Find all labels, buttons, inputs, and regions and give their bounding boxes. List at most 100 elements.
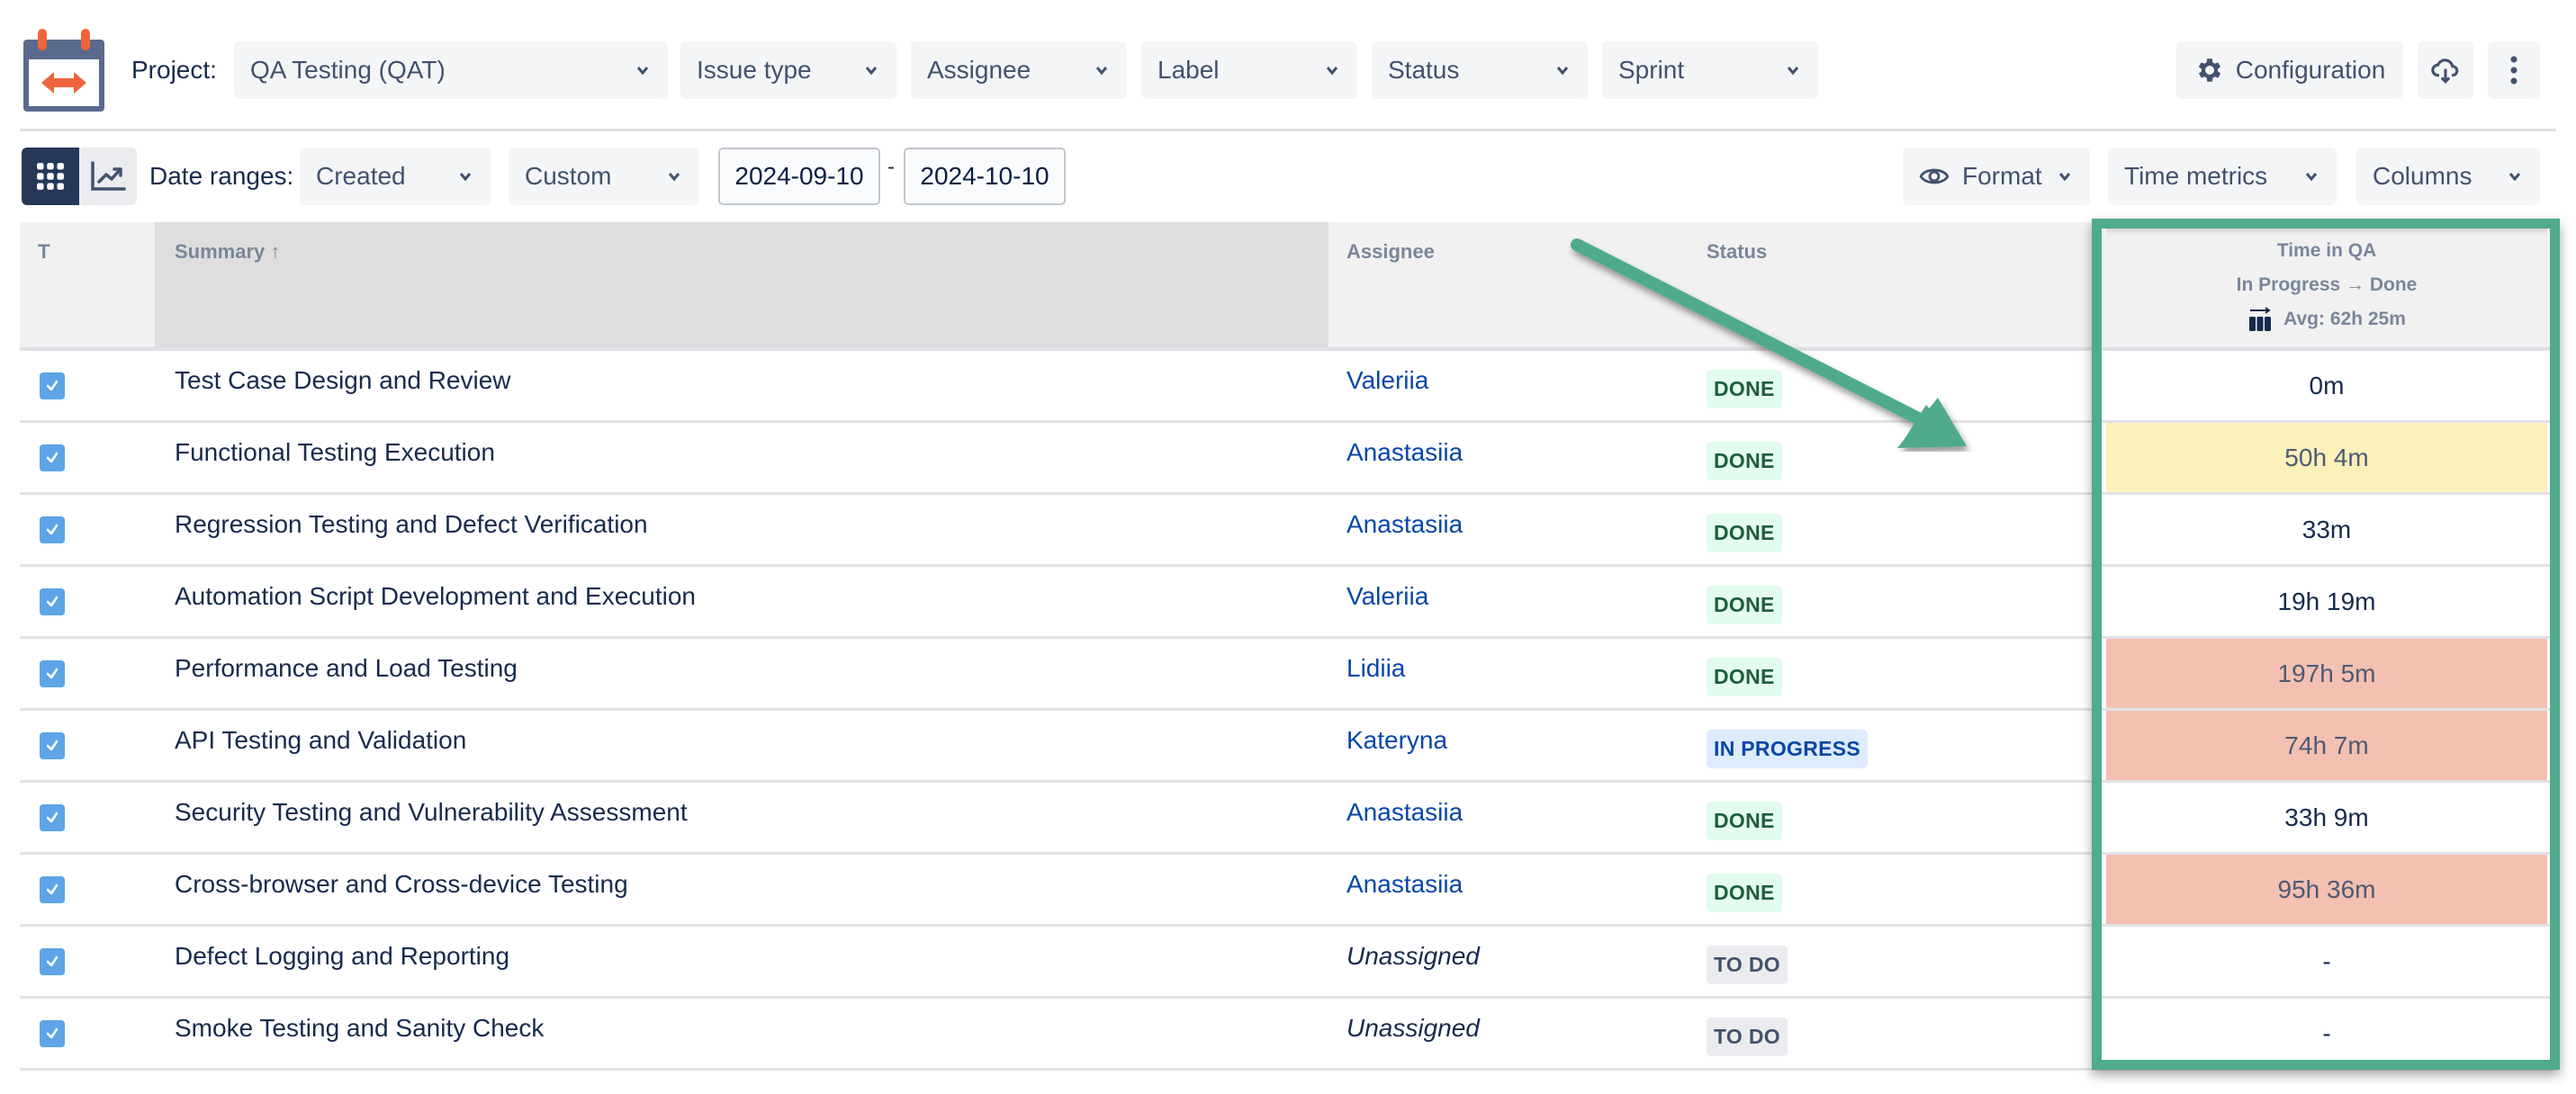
chevron-down-icon <box>459 173 472 182</box>
format-label: Format <box>1962 162 2042 190</box>
columns-dropdown[interactable]: Columns <box>2356 148 2540 205</box>
chevron-down-icon <box>1556 67 1569 76</box>
calendar-arrow-logo-icon <box>23 29 104 112</box>
assignee-link[interactable]: Anastasiia <box>1347 849 1689 919</box>
issue-type-filter[interactable]: Issue type <box>680 41 896 99</box>
assignee-link[interactable]: Lidiia <box>1347 633 1689 703</box>
date-from-input[interactable]: 2024-09-10 <box>718 148 880 205</box>
view-toggle <box>22 148 137 205</box>
summary-link[interactable]: Defect Logging and Reporting <box>175 921 1318 991</box>
chevron-down-icon <box>1787 67 1799 76</box>
date-to-input[interactable]: 2024-10-10 <box>904 148 1066 205</box>
highlight-annotation-box <box>2092 219 2560 1070</box>
task-icon <box>40 444 65 471</box>
status-badge[interactable]: TO DO <box>1707 946 1788 984</box>
status-badge[interactable]: DONE <box>1707 874 1782 912</box>
issue-type-cell <box>40 567 148 636</box>
status-badge[interactable]: DONE <box>1707 586 1782 624</box>
column-header-summary[interactable]: Summary ↑ <box>155 222 1329 349</box>
task-icon <box>40 516 65 543</box>
format-dropdown[interactable]: Format <box>1903 148 2090 205</box>
range-type-select[interactable]: Custom <box>509 148 699 205</box>
chevron-down-icon <box>668 173 680 182</box>
status-cell: DONE <box>1707 783 2067 852</box>
summary-link[interactable]: Regression Testing and Defect Verificati… <box>175 489 1318 559</box>
status-cell: IN PROGRESS <box>1707 711 2067 780</box>
summary-link[interactable]: Test Case Design and Review <box>175 345 1318 415</box>
summary-link[interactable]: Automation Script Development and Execut… <box>175 561 1318 631</box>
chevron-down-icon <box>2508 173 2521 182</box>
status-badge[interactable]: DONE <box>1707 802 1782 840</box>
task-icon <box>40 372 65 399</box>
eye-icon <box>1919 168 1950 184</box>
issue-type-cell <box>40 639 148 708</box>
project-select-value: QA Testing (QAT) <box>250 56 446 84</box>
summary-header-label: Summary <box>175 240 266 263</box>
gear-icon <box>2198 58 2220 82</box>
status-cell: TO DO <box>1707 927 2067 996</box>
project-label: Project: <box>131 56 217 84</box>
status-cell: TO DO <box>1707 999 2067 1068</box>
sprint-filter[interactable]: Sprint <box>1602 41 1818 99</box>
assignee-link: Unassigned <box>1347 941 1480 970</box>
more-options-button[interactable] <box>2488 41 2540 99</box>
chevron-down-icon <box>636 67 649 76</box>
status-filter-label: Status <box>1388 56 1460 84</box>
column-header-type[interactable]: T <box>20 222 155 349</box>
summary-link[interactable]: API Testing and Validation <box>175 705 1318 775</box>
issue-type-cell <box>40 423 148 492</box>
time-metrics-dropdown[interactable]: Time metrics <box>2108 148 2337 205</box>
export-button[interactable] <box>2418 41 2473 99</box>
chart-view-icon <box>91 161 126 191</box>
chevron-down-icon <box>2058 173 2071 182</box>
assignee-link: Unassigned <box>1347 1013 1480 1042</box>
assignee-link[interactable]: Anastasiia <box>1347 489 1689 559</box>
task-icon <box>40 659 65 687</box>
issue-type-cell <box>40 351 148 420</box>
issue-type-cell <box>40 999 148 1068</box>
cloud-download-icon <box>2431 58 2459 84</box>
chevron-down-icon <box>1326 67 1338 76</box>
issue-type-cell <box>40 495 148 564</box>
sprint-filter-label: Sprint <box>1618 56 1685 84</box>
task-icon <box>40 803 65 831</box>
status-badge[interactable]: DONE <box>1707 514 1782 552</box>
assignee-link[interactable]: Anastasiia <box>1347 777 1689 847</box>
date-field-select[interactable]: Created <box>300 148 491 205</box>
status-badge[interactable]: TO DO <box>1707 1018 1788 1056</box>
status-filter[interactable]: Status <box>1372 41 1588 99</box>
project-select[interactable]: QA Testing (QAT) <box>234 41 668 99</box>
columns-label: Columns <box>2373 162 2472 190</box>
task-icon <box>40 947 65 975</box>
assignee-link[interactable]: Kateryna <box>1347 705 1689 775</box>
range-type-value: Custom <box>525 162 612 190</box>
issue-type-filter-label: Issue type <box>697 56 812 84</box>
date-separator: - <box>887 155 895 179</box>
summary-link[interactable]: Performance and Load Testing <box>175 633 1318 703</box>
chart-view-button[interactable] <box>79 148 137 205</box>
chevron-down-icon <box>865 67 878 76</box>
assignee-link[interactable]: Valeriia <box>1347 561 1689 631</box>
task-icon <box>40 731 65 759</box>
status-cell: DONE <box>1707 567 2067 636</box>
label-filter[interactable]: Label <box>1141 41 1357 99</box>
label-filter-label: Label <box>1157 56 1220 84</box>
status-badge[interactable]: IN PROGRESS <box>1707 730 1869 768</box>
grid-view-button[interactable] <box>22 148 79 205</box>
sort-ascending-icon: ↑ <box>270 240 281 263</box>
more-vertical-icon <box>2510 56 2517 85</box>
summary-link[interactable]: Security Testing and Vulnerability Asses… <box>175 777 1318 847</box>
issue-type-cell <box>40 927 148 996</box>
date-field-value: Created <box>316 162 406 190</box>
grid-view-icon <box>37 163 64 190</box>
issue-type-cell <box>40 855 148 924</box>
summary-link[interactable]: Functional Testing Execution <box>175 417 1318 487</box>
summary-link[interactable]: Smoke Testing and Sanity Check <box>175 993 1318 1063</box>
status-badge[interactable]: DONE <box>1707 658 1782 696</box>
summary-link[interactable]: Cross-browser and Cross-device Testing <box>175 849 1318 919</box>
assignee-filter[interactable]: Assignee <box>911 41 1127 99</box>
configuration-label: Configuration <box>2235 56 2386 84</box>
issue-type-cell <box>40 711 148 780</box>
configuration-button[interactable]: Configuration <box>2176 41 2403 99</box>
task-icon <box>40 1019 65 1047</box>
